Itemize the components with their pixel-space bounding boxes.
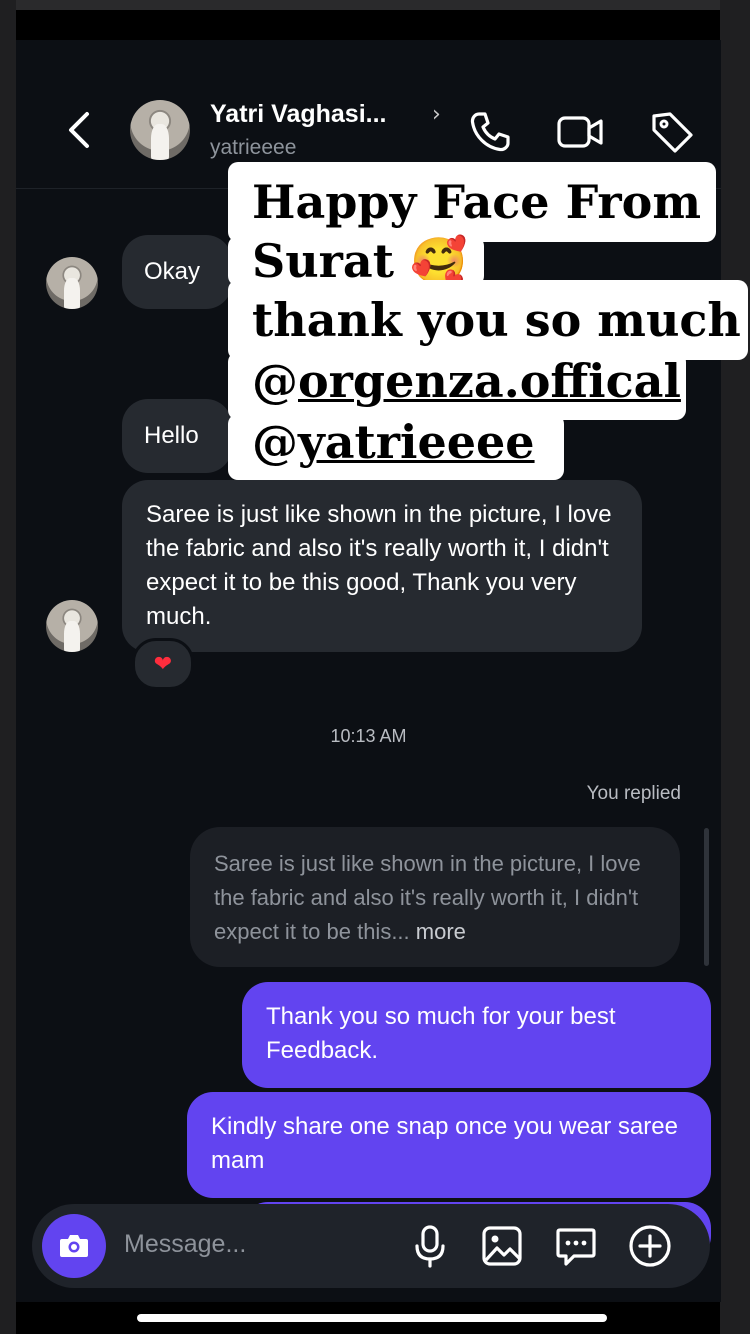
message-composer: Message... xyxy=(32,1204,710,1288)
mention-handle: orgenza.offical xyxy=(298,354,681,408)
heart-reaction-icon[interactable]: ❤ xyxy=(132,638,194,690)
camera-button[interactable] xyxy=(42,1214,106,1278)
at-symbol: @ xyxy=(252,354,298,408)
tag-icon[interactable] xyxy=(648,108,696,156)
left-bezel xyxy=(0,0,16,1334)
mention-handle: yatrieeee xyxy=(298,415,535,469)
reply-indicator-bar xyxy=(704,828,709,966)
reply-quote[interactable]: Saree is just like shown in the picture,… xyxy=(190,827,680,967)
overlay-text-line: Happy Face From xyxy=(228,162,716,242)
message-input[interactable]: Message... xyxy=(124,1230,246,1259)
contact-name[interactable]: Yatri Vaghasi... xyxy=(210,100,386,129)
sender-avatar[interactable] xyxy=(46,600,98,652)
received-message[interactable]: Okay xyxy=(122,235,232,309)
overlay-text-line: thank you so much xyxy=(228,280,748,360)
contact-handle: yatrieeee xyxy=(210,136,297,159)
back-icon[interactable] xyxy=(60,110,100,150)
sent-message[interactable]: Kindly share one snap once you wear sare… xyxy=(187,1092,711,1198)
more-link[interactable]: more xyxy=(416,919,466,944)
camera-icon xyxy=(60,1235,88,1257)
sender-avatar[interactable] xyxy=(46,257,98,309)
microphone-icon[interactable] xyxy=(408,1224,452,1268)
overlay-mention: @orgenza.offical xyxy=(228,352,686,420)
overlay-mention: @yatrieeee xyxy=(228,414,564,480)
overlay-text-line: Surat 🥰 xyxy=(228,236,484,286)
contact-avatar[interactable] xyxy=(130,100,190,160)
home-indicator[interactable] xyxy=(137,1314,607,1322)
chevron-right-icon[interactable]: › xyxy=(432,102,441,127)
plus-icon[interactable] xyxy=(628,1224,672,1268)
received-message[interactable]: Saree is just like shown in the picture,… xyxy=(122,480,642,652)
right-bezel xyxy=(720,0,750,1334)
video-call-icon[interactable] xyxy=(556,108,604,156)
top-bezel xyxy=(0,0,750,10)
sent-message[interactable]: Thank you so much for your best Feedback… xyxy=(242,982,711,1088)
phone-frame: Yatri Vaghasi... › yatrieeee Okay Hello … xyxy=(0,0,750,1334)
received-message[interactable]: Hello xyxy=(122,399,232,473)
gallery-icon[interactable] xyxy=(480,1224,524,1268)
at-symbol: @ xyxy=(252,415,298,469)
you-replied-label: You replied xyxy=(586,783,681,804)
message-timestamp: 10:13 AM xyxy=(330,726,407,746)
phone-icon[interactable] xyxy=(466,108,514,156)
sticker-icon[interactable] xyxy=(554,1224,598,1268)
